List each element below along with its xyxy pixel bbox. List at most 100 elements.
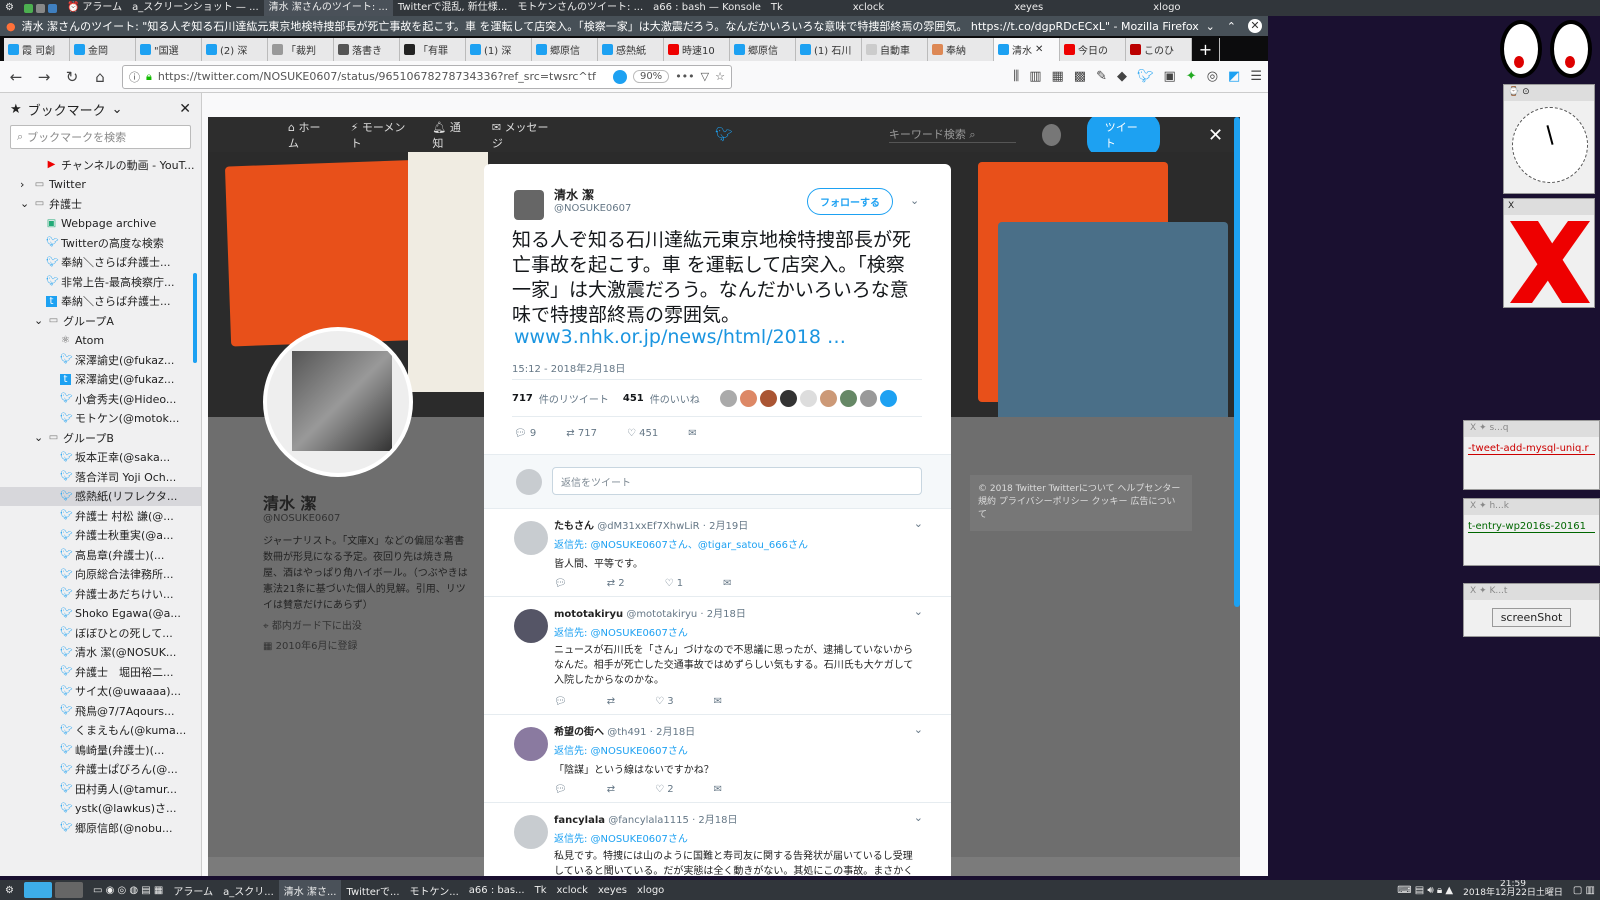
bookmark-item[interactable]: 🐦︎ 弁護士秋重実(@a... (0, 526, 201, 546)
zoom-indicator[interactable]: 90% (632, 70, 670, 83)
bookmark-item[interactable]: 🐦︎ 清水 潔(@NOSUK... (0, 643, 201, 663)
extension-5-icon[interactable]: ▣ (1164, 69, 1176, 84)
bookmark-item[interactable]: ⌄ ▭ グループB (0, 428, 201, 448)
panel-launcher-icons[interactable] (19, 0, 62, 16)
mail-icon[interactable]: ✉ (714, 784, 722, 795)
chevron-down-icon[interactable]: ⌄ (914, 605, 923, 618)
new-tab-button[interactable]: + (1192, 38, 1220, 61)
bookmark-star-icon[interactable]: ☆ (715, 70, 725, 83)
like-count[interactable]: 451 (623, 393, 644, 404)
retweet-count[interactable]: 717 (512, 393, 533, 404)
bookmark-item[interactable]: 🐦︎ 弁護士 村松 謙(@... (0, 506, 201, 526)
liker-avatars[interactable] (719, 389, 897, 407)
reply-to[interactable]: 返信先: @NOSUKE0607さん (554, 742, 937, 757)
xlogo-titlebar[interactable]: X (1504, 199, 1594, 215)
tab-3[interactable]: (2) 深 (202, 38, 268, 61)
quicklaunch[interactable]: ▭ ◉ ◎ ◍ ▤ ▦ (88, 880, 168, 900)
maximize-icon[interactable]: ⌃ (1227, 20, 1236, 33)
bookmark-item[interactable]: ▶ チャンネルの動画 - YouT... (0, 155, 201, 175)
bookmark-item[interactable]: › ▭ Twitter (0, 175, 201, 195)
panel-task-firefox[interactable]: 清水 潔さんのツイート: ... (263, 0, 393, 16)
bookmark-item[interactable]: 🐦︎ 弁護士ぱびろん(@... (0, 760, 201, 780)
panel-task-tk[interactable]: Tk (766, 0, 788, 16)
extension-twitter-icon[interactable]: 🐦︎ (1137, 69, 1154, 84)
retweet-icon[interactable]: ⇄ (607, 696, 615, 707)
tweet-timestamp[interactable]: 15:12 - 2018年2月18日 (512, 360, 625, 375)
bookmark-item[interactable]: 🐦︎ 弁護士 堀田裕二... (0, 662, 201, 682)
panel-task-xeyes[interactable]: xeyes (1009, 0, 1048, 16)
bookmark-item[interactable]: 🐦︎ 深澤諭史(@fukaz... (0, 350, 201, 370)
reply-name[interactable]: 希望の街へ (554, 727, 604, 738)
tab-4[interactable]: 「裁判 (268, 38, 334, 61)
kde-menu-icon[interactable]: ⚙ (0, 880, 19, 900)
retweet-action[interactable]: ⇄ 717 (566, 428, 597, 439)
bookmark-item[interactable]: 🐦︎ 弁護士あだちけい... (0, 584, 201, 604)
task-twitter[interactable]: Twitterで... (341, 880, 404, 900)
chevron-down-icon[interactable]: ⌄ (914, 517, 923, 530)
extension-2-icon[interactable]: ▩ (1074, 69, 1086, 84)
nav-messages[interactable]: ✉ メッセージ (492, 119, 549, 151)
task-xeyes[interactable]: xeyes (593, 880, 632, 900)
extension-8-icon[interactable]: ◩ (1228, 69, 1240, 84)
panel-task-alarm[interactable]: ⏰ アラーム (62, 0, 127, 16)
like-action[interactable]: ♡ 451 (627, 428, 658, 439)
retweet-icon[interactable]: ⇄ 2 (607, 578, 625, 589)
screenshot-button[interactable]: screenShot (1492, 608, 1571, 627)
xclock-titlebar[interactable]: ⌚ ⊙ (1504, 85, 1594, 101)
retweet-icon[interactable]: ⇄ (607, 784, 615, 795)
mail-icon[interactable]: ✉ (723, 578, 731, 589)
reply-item[interactable]: fancylala @fancylala1115 · 2月18日 返信先: @N… (484, 802, 951, 876)
url-bar[interactable]: ⓘ 🔒︎ https://twitter.com/NOSUKE0607/stat… (122, 64, 732, 89)
pager[interactable] (19, 880, 88, 900)
reply-avatar[interactable] (514, 609, 548, 643)
bookmark-item[interactable]: 🐦︎ 非常上告-最高検察庁... (0, 272, 201, 292)
tweet-menu-chevron-icon[interactable]: ⌄ (910, 194, 919, 207)
tweet-link[interactable]: www3.nhk.or.jp/news/html/2018 … (514, 326, 846, 348)
panel-task-konsole[interactable]: a66 : bash — Konsole (648, 0, 766, 16)
bookmark-item[interactable]: 🐦︎ 奉納＼さらば弁護士... (0, 253, 201, 273)
bookmark-search-input[interactable]: ⌕ ブックマークを検索 (10, 125, 191, 149)
sidebar-scrollbar[interactable] (193, 273, 197, 363)
bookmark-item[interactable]: ⌄ ▭ 弁護士 (0, 194, 201, 214)
task-alarm[interactable]: アラーム (168, 880, 218, 900)
tk-window[interactable]: X ✦ K...t screenShot (1463, 583, 1600, 637)
mini1-titlebar[interactable]: X ✦ s...q (1464, 421, 1599, 437)
bookmark-item[interactable]: 🐦︎ くまえもん(@kuma... (0, 721, 201, 741)
extension-1-icon[interactable]: ▦ (1051, 69, 1063, 84)
task-firefox[interactable]: 清水 潔さ... (278, 880, 342, 900)
bookmark-item[interactable]: 🐦︎ Twitterの高度な検索 (0, 233, 201, 253)
reply-to[interactable]: 返信先: @NOSUKE0607さん、@tigar_satou_666さん (554, 536, 937, 551)
nav-home[interactable]: ⌂ ホーム (288, 119, 325, 151)
tab-12[interactable]: (1) 石川 (796, 38, 862, 61)
extension-3-icon[interactable]: ✎ (1096, 69, 1107, 84)
reply-name[interactable]: mototakiryu (554, 609, 623, 620)
close-window-icon[interactable]: ✕ (1248, 19, 1262, 33)
user-avatar[interactable] (1042, 123, 1061, 146)
tab-1[interactable]: 金岡 (70, 38, 136, 61)
menu-hamburger-icon[interactable]: ☰ (1250, 69, 1262, 84)
bookmark-item[interactable]: ⚛ Atom (0, 331, 201, 351)
konsole-mini-1[interactable]: X ✦ s...q -tweet-add-mysql-uniq.r (1463, 420, 1600, 490)
reply-avatar[interactable] (514, 521, 548, 555)
clock[interactable]: 21:59 2018年12月22日土曜日 (1458, 880, 1568, 900)
chevron-down-icon[interactable]: ⌄ (34, 431, 44, 444)
mini2-titlebar[interactable]: X ✦ h...k (1464, 499, 1599, 515)
follow-button[interactable]: フォローする (807, 188, 893, 215)
tab-2[interactable]: "国選 (136, 38, 202, 61)
reply-avatar[interactable] (514, 727, 548, 761)
close-modal-icon[interactable]: ✕ (1208, 125, 1223, 146)
task-motoken[interactable]: モトケン... (405, 880, 464, 900)
bookmark-item[interactable]: 🐦︎ サイ太(@uwaaaa)... (0, 682, 201, 702)
page-actions-icon[interactable]: ••• (675, 70, 694, 83)
reply-item[interactable]: たもさん @dM31xxEf7XhwLiR · 2月19日 返信先: @NOSU… (484, 508, 951, 596)
show-desktop-icon[interactable]: ▢ ▥ (1568, 880, 1600, 900)
tab-0[interactable]: 霞 司創 (4, 38, 70, 61)
sidebar-header[interactable]: ★ ブックマーク ⌄ ✕ (0, 93, 201, 125)
panel-task-motoken[interactable]: モトケンさんのツイート: ... (512, 0, 648, 16)
panel-task-xclock[interactable]: xclock (848, 0, 889, 16)
tab-9[interactable]: 感熱紙 (598, 38, 664, 61)
sidebar-title[interactable]: ブックマーク (28, 100, 106, 119)
reply-to[interactable]: 返信先: @NOSUKE0607さん (554, 624, 937, 639)
tab-13[interactable]: 自動車 (862, 38, 928, 61)
tab-15-active[interactable]: 清水 ✕ (994, 38, 1060, 61)
